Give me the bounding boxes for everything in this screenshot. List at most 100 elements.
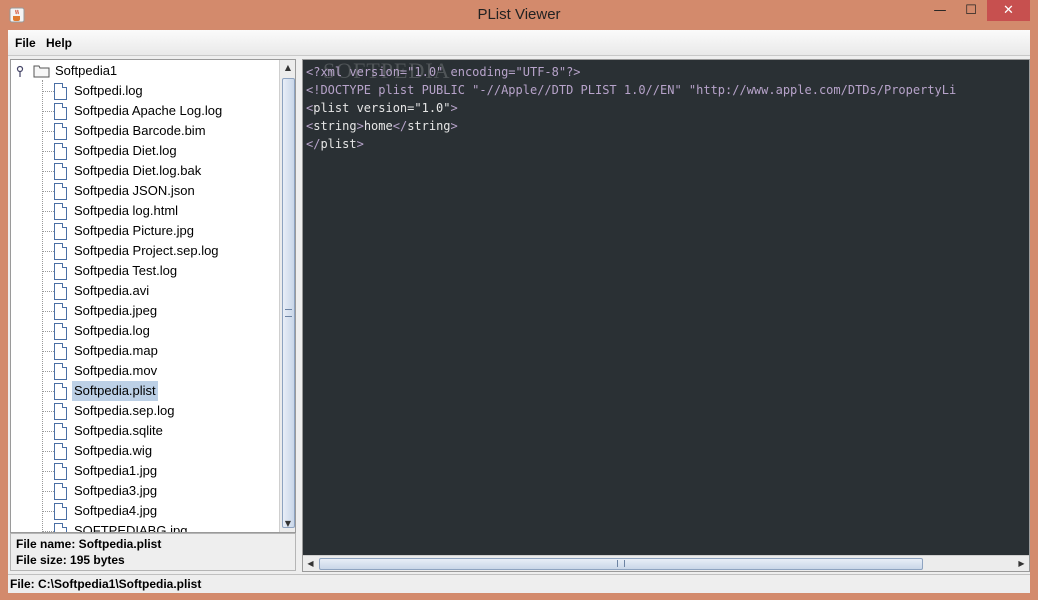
file-tree-panel: Softpedia1 Softpedi.log Softpedia Apache … — [10, 59, 296, 533]
tree-guide-line — [42, 311, 54, 312]
tree-item-label: Softpedia.map — [74, 343, 158, 358]
tree-guide-line — [42, 511, 54, 512]
file-icon — [54, 363, 67, 380]
code-line: <!DOCTYPE plist PUBLIC "-//Apple//DTD PL… — [306, 81, 1026, 99]
title-bar[interactable]: PList Viewer — ☐ ✕ — [0, 0, 1038, 30]
xml-tag-token: </ — [392, 119, 408, 133]
window-title: PList Viewer — [477, 6, 561, 23]
tree-item-label: Softpedia Test.log — [74, 263, 178, 278]
file-info-panel: File name: Softpedia.plist File size: 19… — [10, 533, 296, 571]
tree-item-label: Softpedia Picture.jpg — [74, 223, 194, 238]
tree-item-label: Softpedia Project.sep.log — [74, 243, 219, 258]
scroll-grip-icon — [285, 309, 292, 317]
tree-guide-line — [42, 431, 54, 432]
file-icon — [54, 443, 67, 460]
tree-guide-line — [42, 191, 54, 192]
tree-item-label: Softpedia.sep.log — [74, 403, 175, 418]
minimize-button[interactable]: — — [926, 0, 954, 21]
tree-guide-line — [42, 411, 54, 412]
file-icon — [54, 523, 67, 532]
tree-item-label: Softpedia JSON.json — [74, 183, 195, 198]
file-icon — [54, 83, 67, 100]
scroll-down-icon[interactable]: ▼ — [280, 516, 295, 532]
xml-tag-token: > — [450, 101, 458, 115]
close-button[interactable]: ✕ — [987, 0, 1030, 21]
xml-text-token: plist version="1.0" — [313, 101, 451, 115]
scroll-up-icon[interactable]: ▲ — [280, 60, 295, 76]
tree-item-label: Softpedia.mov — [74, 363, 158, 378]
tree-item-label: Softpedia Apache Log.log — [74, 103, 223, 118]
tree-item-label: Softpedia Barcode.bim — [74, 123, 206, 138]
tree-expand-handle-icon[interactable] — [15, 65, 25, 77]
file-icon — [54, 303, 67, 320]
code-line: <string>home</string> — [306, 117, 1026, 135]
file-icon — [54, 183, 67, 200]
tree-guide-line — [42, 391, 54, 392]
tree-guide-line — [42, 91, 54, 92]
file-icon — [54, 483, 67, 500]
menu-help[interactable]: Help — [46, 36, 72, 50]
tree-scroll-thumb[interactable] — [282, 78, 295, 528]
viewer-horizontal-scrollbar[interactable]: ◀ ▶ — [303, 555, 1029, 571]
scroll-left-icon[interactable]: ◀ — [303, 556, 318, 571]
code-text[interactable]: <?xml version="1.0" encoding="UTF-8"?> <!… — [306, 63, 1026, 153]
file-icon — [54, 283, 67, 300]
main-frame: File Help Softpedia1 Softpedi.log Softped… — [8, 30, 1030, 593]
tree-guide-line — [42, 151, 54, 152]
xml-text-token: home — [363, 119, 393, 133]
viewer-scroll-thumb[interactable] — [319, 558, 923, 570]
file-icon — [54, 383, 67, 400]
file-icon — [54, 223, 67, 240]
tree-item-label: Softpedia3.jpg — [74, 483, 158, 498]
tree-guide-line — [42, 231, 54, 232]
file-icon — [54, 243, 67, 260]
plist-viewer-window: PList Viewer — ☐ ✕ File Help Softpedia1 — [0, 0, 1038, 600]
file-icon — [54, 263, 67, 280]
plist-content-viewer[interactable]: SOFTPEDIA <?xml version="1.0" encoding="… — [302, 59, 1030, 572]
xml-tag-token: <!DOCTYPE plist PUBLIC "-//Apple//DTD PL… — [306, 83, 957, 97]
tree-vertical-scrollbar[interactable]: ▲ ▼ — [279, 60, 295, 532]
tree-item-label: Softpedia Diet.log — [74, 143, 177, 158]
tree-guide-line — [42, 531, 54, 532]
tree-guide-line — [42, 371, 54, 372]
file-tree[interactable]: Softpedia1 Softpedi.log Softpedia Apache … — [11, 60, 279, 532]
tree-item-label: Softpedia.plist — [72, 381, 158, 401]
tree-guide-line — [42, 211, 54, 212]
tree-item-label: Softpedia Diet.log.bak — [74, 163, 202, 178]
file-icon — [54, 343, 67, 360]
file-icon — [54, 423, 67, 440]
tree-guide-line — [42, 131, 54, 132]
scroll-right-icon[interactable]: ▶ — [1014, 556, 1029, 571]
tree-guide-line — [42, 491, 54, 492]
menu-file[interactable]: File — [15, 36, 36, 50]
tree-guide-line — [42, 471, 54, 472]
tree-item-label: Softpedia.sqlite — [74, 423, 163, 438]
xml-tag-token: </ — [306, 137, 321, 151]
tree-item-label: Softpedia log.html — [74, 203, 179, 218]
tree-guide-line — [42, 111, 54, 112]
code-line: <?xml version="1.0" encoding="UTF-8"?> — [306, 63, 1026, 81]
folder-icon — [33, 65, 50, 78]
tree-item-label: Softpedia1.jpg — [74, 463, 158, 478]
tree-guide-line — [42, 171, 54, 172]
tree-item-label: Softpedia.jpeg — [74, 303, 158, 318]
file-icon — [54, 463, 67, 480]
file-icon — [54, 103, 67, 120]
file-icon — [54, 163, 67, 180]
xml-tag-token: <?xml version="1.0" encoding="UTF-8"?> — [306, 65, 581, 79]
file-size-label: File size: 195 bytes — [16, 553, 125, 567]
file-name-label: File name: Softpedia.plist — [16, 537, 162, 551]
scroll-grip-icon — [617, 560, 625, 567]
tree-item-label: Softpedia4.jpg — [74, 503, 158, 518]
xml-text-token: plist — [320, 137, 357, 151]
status-file-path: File: C:\Softpedia1\Softpedia.plist — [10, 577, 202, 591]
xml-text-token: string — [407, 119, 451, 133]
file-icon — [54, 503, 67, 520]
file-icon — [54, 143, 67, 160]
xml-text-token: string — [313, 119, 357, 133]
tree-item-label: Softpedia.log — [74, 323, 150, 338]
xml-tag-token: > — [450, 119, 458, 133]
tree-guide-line — [42, 291, 54, 292]
status-bar: File: C:\Softpedia1\Softpedia.plist — [8, 574, 1030, 593]
maximize-button[interactable]: ☐ — [957, 0, 985, 21]
